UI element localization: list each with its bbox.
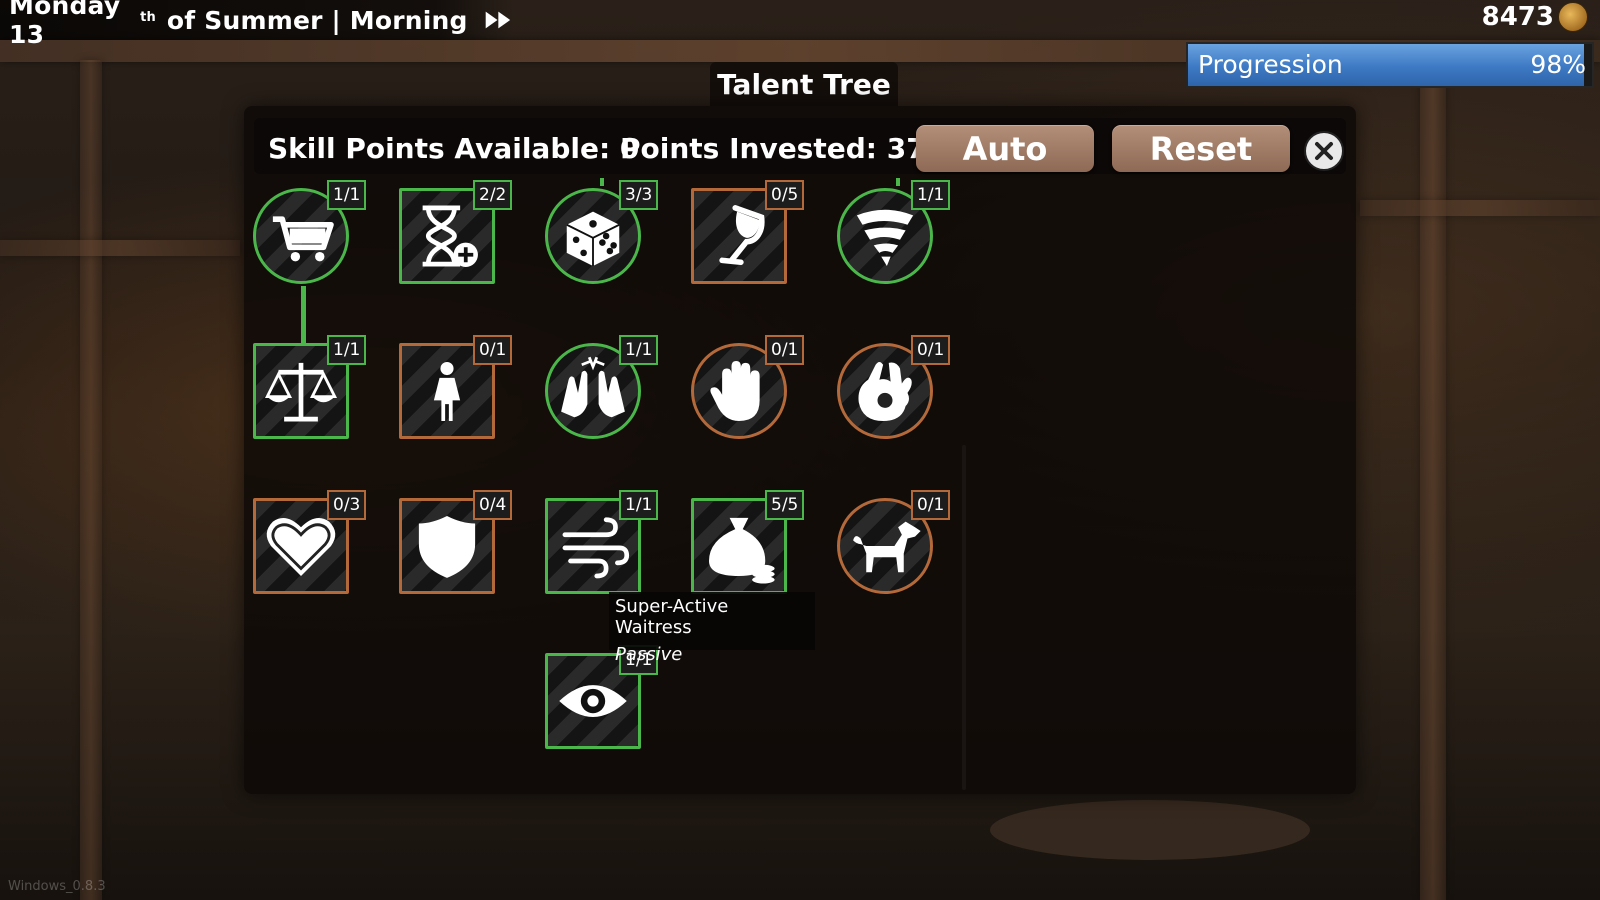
- background-beam: [0, 240, 240, 256]
- talent-rank-badge: 3/3: [619, 180, 659, 210]
- skill-points-available: Skill Points Available: 0: [268, 132, 640, 165]
- gold-amount: 8473: [1481, 2, 1554, 32]
- background-table: [990, 800, 1310, 860]
- panel-scrollbar[interactable]: [962, 445, 966, 790]
- fast-forward-icon[interactable]: [484, 8, 514, 32]
- talent-rank-badge: 0/1: [911, 335, 951, 365]
- background-beam: [1420, 60, 1446, 900]
- points-invested: Points Invested: 37: [620, 132, 926, 165]
- talent-rank-badge: 1/1: [619, 335, 659, 365]
- gold-coin-icon: [1558, 2, 1588, 32]
- progression-label: Progression: [1198, 50, 1343, 79]
- close-icon: [1315, 142, 1333, 160]
- tooltip-type: Passive: [615, 644, 683, 665]
- progression-bar: Progression 98%: [1186, 42, 1594, 88]
- talent-rank-badge: 0/1: [911, 490, 951, 520]
- talent-rank-badge: 0/1: [765, 335, 805, 365]
- background-beam: [1360, 200, 1600, 216]
- talent-rank-badge: 1/1: [619, 490, 659, 520]
- talent-connector: [301, 286, 306, 346]
- talent-rank-badge: 0/1: [473, 335, 513, 365]
- talent-connector: [600, 178, 604, 186]
- talent-connector: [896, 178, 900, 186]
- talent-rank-badge: 5/5: [765, 490, 805, 520]
- tooltip-name: Super-Active Waitress: [615, 596, 729, 638]
- talent-rank-badge: 0/3: [327, 490, 367, 520]
- auto-button[interactable]: Auto: [916, 125, 1094, 172]
- reset-button[interactable]: Reset: [1112, 125, 1290, 172]
- talent-rank-badge: 1/1: [327, 335, 367, 365]
- talent-rank-badge: 2/2: [473, 180, 513, 210]
- talent-rank-badge: 1/1: [327, 180, 367, 210]
- date-day-suffix: th: [140, 9, 156, 25]
- close-button[interactable]: [1304, 131, 1344, 171]
- date-day: Monday 13: [9, 0, 121, 49]
- date-bar: Monday 13 th of Summer | Morning: [0, 0, 514, 49]
- date-text: of Summer | Morning: [158, 5, 468, 35]
- background-beam: [80, 60, 102, 900]
- talent-rank-badge: 0/4: [473, 490, 513, 520]
- talent-rank-badge: 0/5: [765, 180, 805, 210]
- gold-counter: 8473: [1482, 2, 1588, 32]
- talent-tooltip: Super-Active Waitress Passive: [609, 592, 815, 665]
- talent-rank-badge: 1/1: [911, 180, 951, 210]
- panel-title: Talent Tree: [710, 62, 898, 106]
- version-label: Windows_0.8.3: [8, 879, 106, 894]
- progression-percent: 98%: [1530, 50, 1586, 79]
